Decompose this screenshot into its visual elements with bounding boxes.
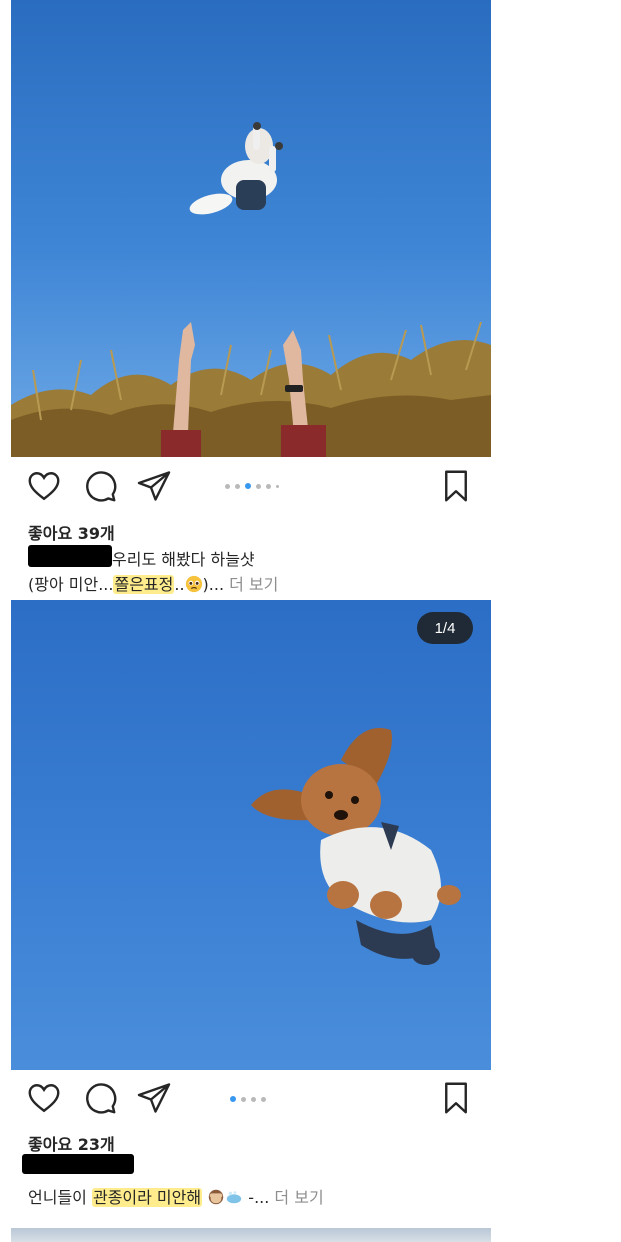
soap-emoji [225,1188,243,1210]
comment-icon[interactable] [82,468,118,508]
post1-caption-line2: (팡아 미안...쫄은표정..)... 더 보기 [28,571,278,597]
reeds [11,321,491,457]
post1-photo[interactable] [11,0,491,457]
redacted-username [28,545,112,567]
post1-caption-line1: 우리도 해봤다 하늘샷 [112,550,255,569]
carousel-dot-active [245,483,251,489]
carousel-counter: 1/4 [417,612,473,644]
heart-icon[interactable] [26,1080,62,1120]
carousel-dot [261,1096,266,1102]
caption-text: (팡아 미안... [28,575,114,594]
carousel-dot [241,1096,246,1102]
carousel-dot [276,484,279,488]
see-no-evil-monkey-emoji [207,1188,225,1210]
pleading-face-emoji [185,575,203,597]
caption-text: .. [174,575,185,594]
caption-highlight: 쫄은표정 [113,575,175,594]
carousel-dot [225,483,230,489]
post2-photo-art [251,728,461,965]
post3-photo[interactable] [11,1228,491,1242]
comment-icon[interactable] [82,1080,118,1120]
carousel-indicator [230,1096,266,1102]
caption-text: -... [243,1188,270,1207]
caption-text: )... [202,575,225,594]
bookmark-icon[interactable] [438,1080,474,1120]
post2-photo[interactable]: 1/4 [11,600,491,1070]
carousel-dot-active [230,1096,236,1102]
flying-dog-1 [189,122,283,215]
post1-action-bar [26,468,474,508]
share-icon[interactable] [136,1080,172,1120]
carousel-dot [251,1096,256,1102]
post1-photo-art [11,122,491,457]
bookmark-icon[interactable] [438,468,474,508]
post2-likes-count[interactable]: 좋아요 23개 [28,1131,115,1155]
heart-icon[interactable] [26,468,62,508]
post2-caption: 언니들이 관종이라 미안해 -... 더 보기 [28,1184,324,1210]
post1-likes-count[interactable]: 좋아요 39개 [28,520,115,544]
carousel-dot [235,483,240,489]
carousel-dot [266,483,271,489]
post2-action-bar [26,1080,474,1120]
caption-highlight: 관종이라 미안해 [91,1188,203,1207]
more-link[interactable]: 더 보기 [274,1188,323,1207]
caption-text: 언니들이 [28,1188,92,1207]
redacted-username [22,1154,134,1174]
carousel-dot [256,483,261,489]
carousel-indicator [225,483,279,489]
flying-dog-2 [251,728,461,965]
more-link[interactable]: 더 보기 [229,575,278,594]
share-icon[interactable] [136,468,172,508]
